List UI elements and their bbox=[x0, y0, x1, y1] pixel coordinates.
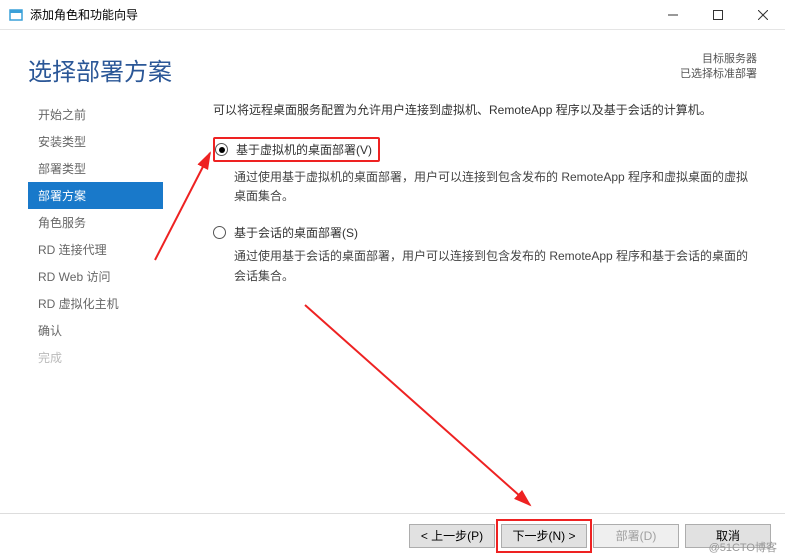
window-controls bbox=[650, 0, 785, 30]
next-button[interactable]: 下一步(N) > bbox=[501, 524, 587, 548]
header: 选择部署方案 目标服务器 已选择标准部署 bbox=[0, 30, 785, 101]
option-session-based-desc: 通过使用基于会话的桌面部署，用户可以连接到包含发布的 RemoteApp 程序和… bbox=[234, 247, 757, 285]
window-title: 添加角色和功能向导 bbox=[30, 6, 138, 23]
page-heading: 选择部署方案 bbox=[28, 52, 172, 87]
wizard-sidebar: 开始之前 安装类型 部署类型 部署方案 角色服务 RD 连接代理 RD Web … bbox=[28, 101, 163, 371]
sidebar-item-rd-virtualization-host[interactable]: RD 虚拟化主机 bbox=[28, 290, 163, 317]
cancel-button[interactable]: 取消 bbox=[685, 524, 771, 548]
sidebar-item-confirm[interactable]: 确认 bbox=[28, 317, 163, 344]
sidebar-item-before-begin[interactable]: 开始之前 bbox=[28, 101, 163, 128]
option-session-based-label[interactable]: 基于会话的桌面部署(S) bbox=[234, 224, 358, 241]
radio-vm-based[interactable] bbox=[215, 143, 228, 156]
sidebar-item-role-services[interactable]: 角色服务 bbox=[28, 209, 163, 236]
maximize-button[interactable] bbox=[695, 0, 740, 30]
close-button[interactable] bbox=[740, 0, 785, 30]
deploy-button: 部署(D) bbox=[593, 524, 679, 548]
option-session-based: 基于会话的桌面部署(S) 通过使用基于会话的桌面部署，用户可以连接到包含发布的 … bbox=[213, 224, 757, 285]
sidebar-item-complete: 完成 bbox=[28, 344, 163, 371]
target-value: 已选择标准部署 bbox=[680, 67, 757, 82]
main-panel: 可以将远程桌面服务配置为允许用户连接到虚拟机、RemoteApp 程序以及基于会… bbox=[163, 101, 785, 371]
wizard-footer: < 上一步(P) 下一步(N) > 部署(D) 取消 bbox=[0, 513, 785, 557]
sidebar-item-rd-web-access[interactable]: RD Web 访问 bbox=[28, 263, 163, 290]
titlebar: 添加角色和功能向导 bbox=[0, 0, 785, 30]
minimize-button[interactable] bbox=[650, 0, 695, 30]
target-info: 目标服务器 已选择标准部署 bbox=[680, 52, 757, 83]
sidebar-item-deploy-type[interactable]: 部署类型 bbox=[28, 155, 163, 182]
annotation-highlight-radio: 基于虚拟机的桌面部署(V) bbox=[213, 137, 380, 162]
app-icon bbox=[8, 7, 24, 23]
option-vm-based-label[interactable]: 基于虚拟机的桌面部署(V) bbox=[236, 141, 372, 158]
radio-session-based[interactable] bbox=[213, 226, 226, 239]
intro-text: 可以将远程桌面服务配置为允许用户连接到虚拟机、RemoteApp 程序以及基于会… bbox=[213, 101, 757, 119]
option-vm-based-desc: 通过使用基于虚拟机的桌面部署，用户可以连接到包含发布的 RemoteApp 程序… bbox=[234, 168, 757, 206]
sidebar-item-install-type[interactable]: 安装类型 bbox=[28, 128, 163, 155]
target-label: 目标服务器 bbox=[680, 52, 757, 67]
sidebar-item-deploy-scenario[interactable]: 部署方案 bbox=[28, 182, 163, 209]
prev-button[interactable]: < 上一步(P) bbox=[409, 524, 495, 548]
sidebar-item-rd-connection-broker[interactable]: RD 连接代理 bbox=[28, 236, 163, 263]
option-vm-based: 基于虚拟机的桌面部署(V) 通过使用基于虚拟机的桌面部署，用户可以连接到包含发布… bbox=[213, 137, 757, 206]
